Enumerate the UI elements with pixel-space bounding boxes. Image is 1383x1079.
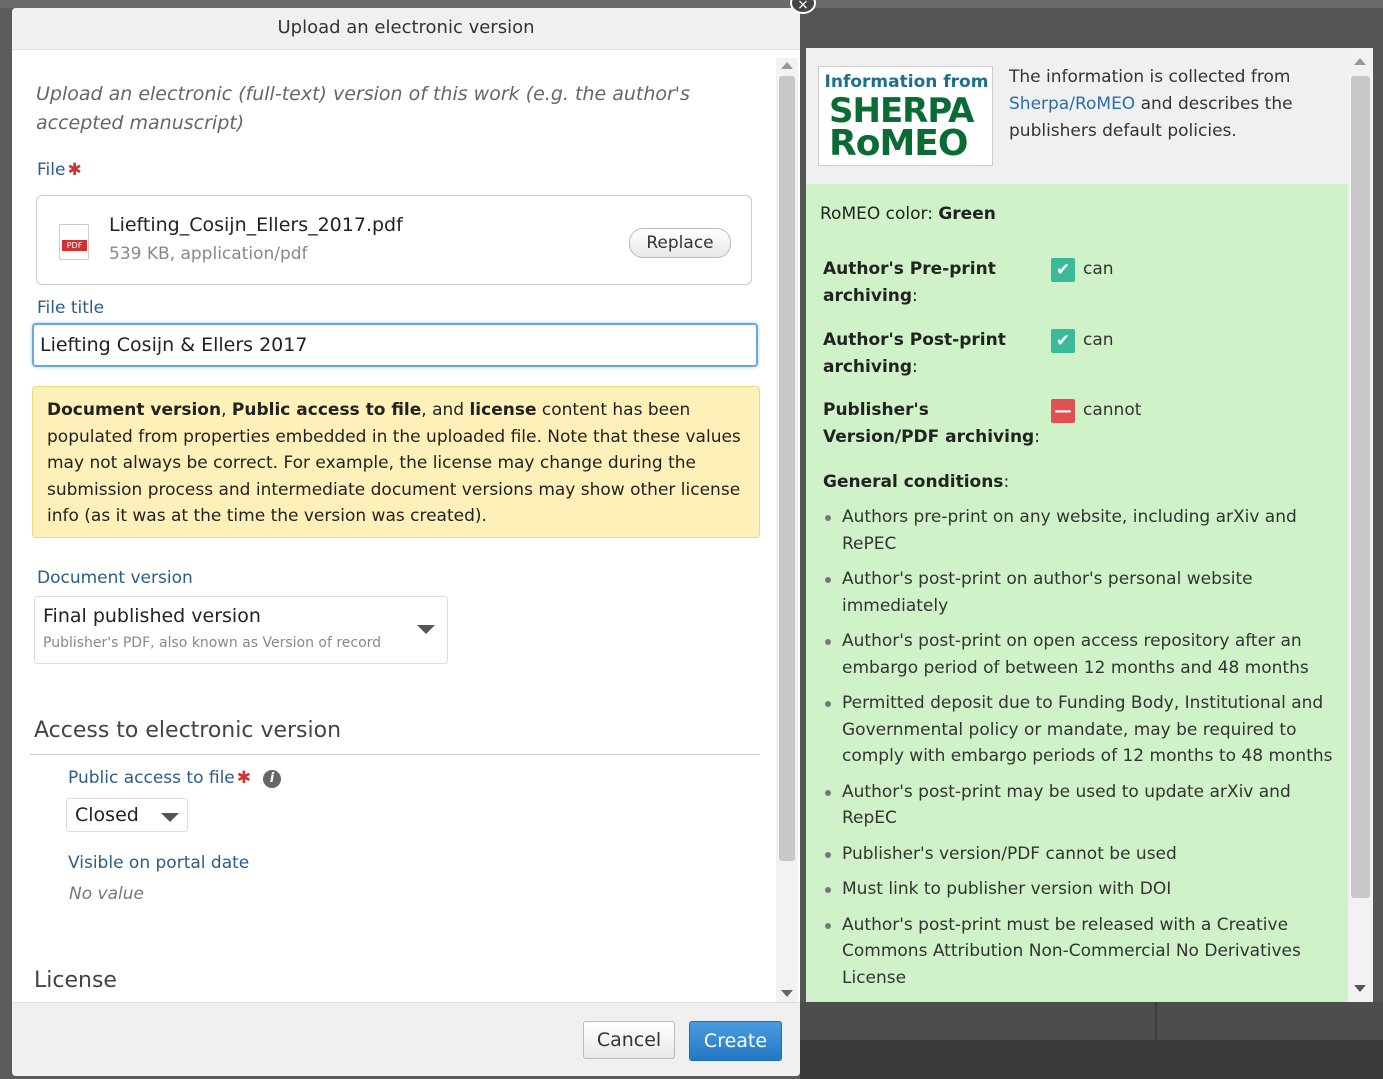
scroll-thumb[interactable]: [779, 76, 795, 861]
policy-value: can: [1083, 259, 1114, 279]
chevron-down-icon: [417, 625, 435, 634]
replace-button[interactable]: Replace: [629, 228, 731, 258]
romeo-panel: Information from SHERPA RoMEO The inform…: [806, 48, 1373, 1002]
policy-label: Author's Post-print archiving:: [823, 327, 1043, 381]
panel-scrollbar[interactable]: [1348, 48, 1373, 1002]
romeo-color-value: Green: [938, 204, 996, 224]
file-title-label: File title: [37, 298, 105, 318]
create-button[interactable]: Create: [689, 1021, 782, 1061]
policy-label-text: Publisher's Version/PDF archiving: [823, 400, 1035, 447]
romeo-color-label: RoMEO color:: [820, 204, 939, 224]
policy-label: Author's Pre-print archiving:: [823, 256, 1043, 310]
intro-text: Upload an electronic (full-text) version…: [36, 83, 690, 134]
document-version-value: Final published version: [43, 605, 261, 627]
scroll-up-icon[interactable]: [1354, 58, 1366, 65]
public-access-select[interactable]: Closed: [66, 798, 188, 832]
sherpa-romeo-link[interactable]: Sherpa/RoMEO: [1009, 94, 1135, 114]
background-separator: [1155, 1002, 1157, 1040]
romeo-panel-header: Information from SHERPA RoMEO The inform…: [806, 48, 1351, 184]
required-icon: ✱: [67, 160, 82, 180]
romeo-color: RoMEO color: Green: [820, 204, 996, 224]
public-access-value: Closed: [75, 804, 139, 826]
list-item: Must link to publisher version with DOI: [823, 876, 1333, 903]
dialog-scrollbar[interactable]: [776, 58, 798, 1003]
policy-label: Publisher's Version/PDF archiving:: [823, 397, 1043, 451]
scroll-up-icon[interactable]: [781, 62, 793, 69]
document-version-select[interactable]: Final published version Publisher's PDF,…: [34, 596, 448, 664]
file-label-text: File: [37, 160, 66, 180]
pdf-icon-tag: PDF: [62, 240, 87, 251]
visible-date-value: No value: [69, 884, 144, 904]
dialog-footer: Cancel Create: [12, 1002, 800, 1076]
public-access-label-text: Public access to file: [68, 768, 235, 788]
conditions-heading: General conditions:: [823, 472, 1009, 492]
check-icon: ✔: [1051, 329, 1075, 353]
check-icon: ✔: [1051, 258, 1075, 282]
policy-value: can: [1083, 330, 1114, 350]
background-topbar: [0, 0, 1383, 8]
scroll-down-icon[interactable]: [1354, 985, 1366, 992]
list-item: Author's post-print on author's personal…: [823, 566, 1333, 619]
license-section-heading: License: [34, 968, 117, 993]
file-name: Liefting_Cosijn_Ellers_2017.pdf: [109, 214, 403, 236]
logo-line-1: Information from: [824, 72, 989, 92]
file-card: PDF Liefting_Cosijn_Ellers_2017.pdf 539 …: [36, 195, 752, 285]
logo-line-3: RoMEO: [829, 123, 968, 164]
file-title-input[interactable]: Liefting Cosijn & Ellers 2017: [32, 323, 758, 367]
policy-value: cannot: [1083, 400, 1142, 420]
notice-bold-3: license: [469, 400, 537, 420]
scroll-thumb[interactable]: [1351, 76, 1370, 898]
file-label: File ✱: [37, 160, 82, 180]
scroll-down-icon[interactable]: [781, 990, 793, 997]
policy-label-colon: :: [912, 286, 918, 306]
conditions-list: Authors pre-print on any website, includ…: [823, 504, 1333, 1000]
cancel-button[interactable]: Cancel: [583, 1021, 675, 1059]
policy-label-colon: :: [912, 357, 918, 377]
background-footer: [800, 1040, 1383, 1079]
upload-dialog: Upload an electronic version Upload an e…: [12, 8, 800, 1076]
dialog-body: Upload an electronic (full-text) version…: [12, 50, 782, 1002]
document-version-subtext: Publisher's PDF, also known as Version o…: [43, 635, 382, 651]
policy-label-text: Author's Pre-print archiving: [823, 259, 996, 306]
access-section-heading: Access to electronic version: [34, 718, 342, 743]
chevron-down-icon: [161, 813, 179, 822]
populated-notice: Document version, Public access to file,…: [32, 386, 760, 538]
list-item: Authors pre-print on any website, includ…: [823, 504, 1333, 557]
list-item: Permitted deposit due to Funding Body, I…: [823, 690, 1333, 770]
conditions-heading-colon: :: [1003, 472, 1010, 492]
list-item: Author's post-print may be used to updat…: [823, 779, 1333, 832]
notice-bold-2: Public access to file: [231, 400, 422, 420]
policy-label-colon: :: [1034, 427, 1040, 447]
info-icon[interactable]: i: [263, 770, 282, 788]
list-item: Publisher's version/PDF cannot be used: [823, 841, 1333, 868]
visible-date-label: Visible on portal date: [68, 853, 250, 873]
dialog-title: Upload an electronic version: [12, 8, 800, 50]
notice-bold-1: Document version: [47, 400, 222, 420]
notice-text-1: ,: [221, 400, 232, 420]
required-icon: ✱: [236, 768, 252, 788]
minus-icon: —: [1051, 399, 1075, 423]
divider: [30, 754, 760, 755]
document-version-label: Document version: [37, 568, 193, 588]
list-item: Author's post-print on open access repos…: [823, 628, 1333, 681]
notice-text-2: , and: [421, 400, 470, 420]
background-toolbar: [800, 1002, 1383, 1040]
conditions-heading-text: General conditions: [823, 472, 1004, 492]
romeo-intro: The information is collected from Sherpa…: [1009, 64, 1329, 145]
sherpa-romeo-logo: Information from SHERPA RoMEO: [818, 66, 993, 166]
public-access-label: Public access to file ✱ i: [68, 768, 282, 788]
pdf-icon: PDF: [59, 224, 89, 260]
romeo-intro-pre: The information is collected from: [1009, 67, 1291, 87]
list-item: Author's post-print must be released wit…: [823, 912, 1333, 992]
file-meta: 539 KB, application/pdf: [109, 244, 308, 264]
